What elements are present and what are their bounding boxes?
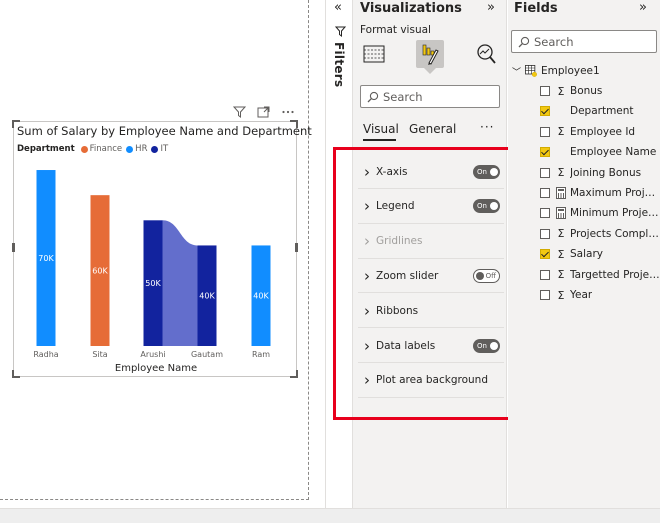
focus-mode-icon[interactable]: [256, 106, 271, 120]
format-visual-button[interactable]: [416, 40, 444, 68]
sigma-icon: Σ: [557, 84, 565, 98]
more-options-icon[interactable]: ···: [480, 120, 494, 134]
search-placeholder: Search: [383, 89, 423, 104]
field-name: Employee Name: [570, 146, 657, 159]
field-name: Targetted Projects: [570, 268, 660, 281]
page-border: [308, 0, 309, 500]
field-targetted-projects[interactable]: Σ Targetted Projects: [540, 267, 660, 283]
field-checkbox[interactable]: [540, 269, 550, 280]
field-year[interactable]: Σ Year: [540, 287, 660, 303]
field-joining-bonus[interactable]: Σ Joining Bonus: [540, 165, 660, 181]
more-options-icon[interactable]: [280, 106, 295, 120]
field-checkbox[interactable]: [540, 106, 550, 117]
chevron-down-icon[interactable]: ﹀: [512, 65, 521, 78]
x-tick-label: Ram: [252, 350, 270, 359]
field-maximum-projects[interactable]: Maximum Projects: [540, 185, 660, 201]
expand-right-icon[interactable]: »: [487, 0, 495, 15]
highlight-annotation: [333, 147, 520, 420]
report-canvas[interactable]: Sum of Salary by Employee Name and Depar…: [0, 0, 325, 508]
pane-title: Fields: [514, 1, 558, 16]
field-name: Employee Id: [570, 125, 636, 138]
field-name: Projects Complet...: [570, 227, 660, 240]
x-tick-label: Arushi: [140, 350, 165, 359]
calculator-icon: [556, 187, 566, 199]
sigma-icon: Σ: [557, 268, 565, 282]
data-label: 60K: [92, 267, 108, 276]
magnifier-analytics-icon: [477, 44, 496, 64]
field-department[interactable]: Department: [540, 103, 660, 119]
tab-general[interactable]: General: [409, 122, 456, 136]
field-checkbox[interactable]: [540, 188, 550, 198]
field-minimum-projects[interactable]: Minimum Projects: [540, 205, 660, 221]
x-tick-label: Gautam: [191, 350, 223, 359]
data-label: 70K: [38, 254, 54, 263]
table-name: Employee1: [541, 65, 600, 77]
field-name: Bonus: [570, 85, 603, 97]
chart-plot: 70K Radha 60K Sita 50K Arushi 40K Gautam 40K Ram E…: [33, 170, 271, 374]
page-border-bottom: [0, 499, 309, 500]
search-icon: [518, 36, 530, 47]
search-placeholder: Search: [534, 34, 574, 49]
data-label: 50K: [145, 279, 161, 288]
sigma-icon: Σ: [557, 247, 565, 261]
field-name: Department: [570, 105, 634, 118]
visual-header: [232, 105, 302, 121]
field-checkbox[interactable]: [540, 147, 550, 158]
x-tick-label: Radha: [33, 350, 58, 359]
field-projects-complet[interactable]: Σ Projects Complet...: [540, 226, 660, 242]
search-icon: [367, 91, 379, 102]
tab-visual[interactable]: Visual: [363, 122, 399, 136]
collapse-left-icon[interactable]: «: [334, 0, 342, 15]
x-axis-title: Employee Name: [115, 363, 197, 374]
field-checkbox[interactable]: [540, 126, 550, 137]
field-salary[interactable]: Σ Salary: [540, 246, 660, 262]
sigma-icon: Σ: [557, 227, 565, 241]
active-tab-indicator: [363, 139, 396, 141]
field-checkbox[interactable]: [540, 290, 550, 300]
field-name: Year: [570, 289, 593, 301]
field-name: Joining Bonus: [570, 166, 642, 179]
expand-right-icon[interactable]: »: [639, 0, 647, 15]
table-node-employee1[interactable]: ﹀ Employee1: [512, 63, 660, 79]
data-label: 40K: [199, 292, 215, 301]
fields-grid-icon: [363, 45, 385, 63]
paint-brush-icon: [422, 44, 439, 65]
field-employee-id[interactable]: Σ Employee Id: [540, 124, 660, 140]
fields-pane: Fields » Search ﹀ Employee1 Σ Bonus Depart…: [508, 0, 660, 508]
field-bonus[interactable]: Σ Bonus: [540, 83, 660, 99]
data-label: 40K: [253, 292, 269, 301]
build-visual-button[interactable]: [360, 40, 388, 68]
active-caret: [424, 68, 436, 74]
format-tabs: Visual General ···: [363, 120, 503, 141]
field-name: Maximum Projects: [570, 187, 660, 199]
fields-search-input[interactable]: Search: [511, 30, 657, 53]
pane-title: Visualizations: [360, 1, 462, 16]
ribbon-chart-visual[interactable]: Sum of Salary by Employee Name and Depar…: [12, 120, 312, 378]
filter-icon: [335, 26, 346, 37]
field-name: Minimum Projects: [570, 207, 660, 220]
field-checkbox[interactable]: [540, 249, 550, 260]
format-search-input[interactable]: Search: [360, 85, 500, 108]
field-checkbox[interactable]: [540, 86, 550, 96]
field-name: Salary: [570, 248, 603, 261]
field-checkbox[interactable]: [540, 208, 550, 219]
filters-label[interactable]: Filters: [332, 42, 346, 87]
filter-icon[interactable]: [232, 106, 247, 120]
x-tick-label: Sita: [92, 350, 107, 359]
field-checkbox[interactable]: [540, 167, 550, 178]
status-bar: [0, 508, 660, 523]
table-icon: [525, 65, 537, 77]
sigma-icon: Σ: [557, 125, 565, 139]
calculator-icon: [556, 207, 566, 220]
field-checkbox[interactable]: [540, 228, 550, 239]
sigma-icon: Σ: [557, 166, 565, 180]
analytics-button[interactable]: [472, 40, 500, 68]
sigma-icon: Σ: [557, 288, 565, 302]
format-visual-label: Format visual: [360, 24, 431, 36]
ribbon-it[interactable]: [162, 220, 198, 346]
field-employee-name[interactable]: Employee Name: [540, 144, 660, 160]
